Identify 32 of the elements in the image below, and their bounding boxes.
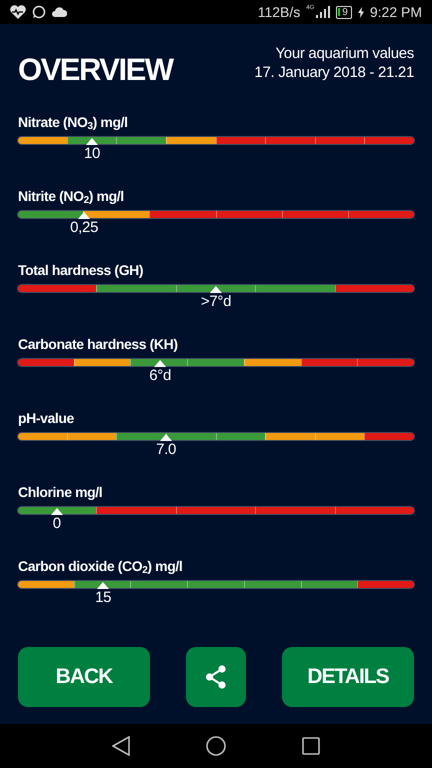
parameter-label: Nitrate (NO$_{3}$) mg/l <box>18 113 129 132</box>
cloud-icon <box>52 7 67 17</box>
action-button[interactable]: BACK <box>18 647 150 707</box>
parameter-label: Total hardness (GH) <box>18 261 144 280</box>
parameter-label: Carbonate hardness (KH) <box>18 335 179 354</box>
action-button[interactable]: DETAILS <box>282 647 414 707</box>
subtitle: Your aquarium values <box>275 44 414 63</box>
chat-icon <box>32 5 46 19</box>
date-text: 17. January 2018 - 21.21 <box>254 63 414 82</box>
parameter-value: 10 <box>84 145 100 162</box>
back-nav-icon[interactable] <box>112 736 130 756</box>
page-title: OVERVIEW <box>18 51 173 89</box>
share-icon <box>205 665 227 689</box>
network-speed: 112B/s <box>258 4 300 20</box>
parameter-label: Chlorine mg/l <box>18 483 104 502</box>
parameter-label: Nitrite (NO$_{2}$) mg/l <box>18 187 125 206</box>
parameter-label: Carbon dioxide (CO$_{2}$) mg/l <box>18 557 184 576</box>
heart-rate-icon <box>10 5 26 19</box>
share-button[interactable] <box>186 647 246 707</box>
home-nav-icon[interactable] <box>206 736 226 756</box>
recents-nav-icon[interactable] <box>302 737 320 755</box>
parameter-label: pH-value <box>18 409 75 428</box>
parameter-value: 6°d <box>149 367 172 384</box>
battery-indicator: 9 <box>336 6 352 18</box>
clock: 9:22 PM <box>370 4 422 20</box>
parameter-value: 7.0 <box>156 441 176 458</box>
parameter-value: 15 <box>95 589 112 606</box>
charging-icon <box>358 6 364 18</box>
parameter-value: >7°d <box>200 293 232 310</box>
parameter-value: 0 <box>52 515 61 532</box>
parameter-value: 0,25 <box>70 219 98 236</box>
signal-icon <box>316 6 330 18</box>
